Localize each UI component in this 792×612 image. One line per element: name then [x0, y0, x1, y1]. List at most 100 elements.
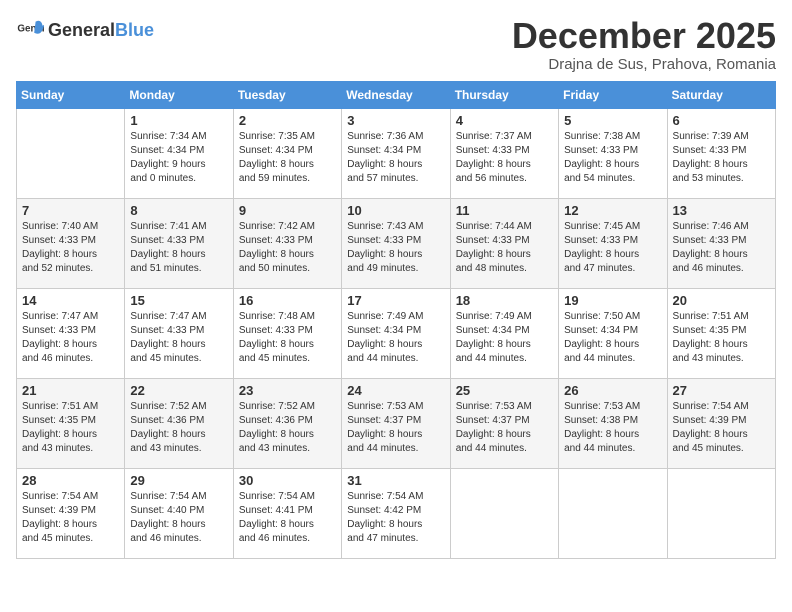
calendar-cell: 4Sunrise: 7:37 AM Sunset: 4:33 PM Daylig…	[450, 108, 558, 198]
cell-info: Sunrise: 7:54 AM Sunset: 4:41 PM Dayligh…	[239, 490, 336, 546]
calendar-cell: 12 Sunrise: 7:45 AM Sunset: 4:33 PM Dayli…	[559, 198, 667, 288]
cell-info: Sunrise: 7:54 AM Sunset: 4:40 PM Dayligh…	[130, 490, 227, 546]
logo: General GeneralBlue	[16, 16, 154, 44]
calendar-cell: 22 Sunrise: 7:52 AM Sunset: 4:36 PM Dayli…	[125, 378, 233, 468]
calendar-cell: 15 Sunrise: 7:47 AM Sunset: 4:33 PM Dayli…	[125, 288, 233, 378]
day-number: 9	[239, 203, 336, 218]
day-number: 31	[347, 473, 444, 488]
cell-info: Sunrise: 7:37 AM Sunset: 4:33 PM Dayligh…	[456, 130, 553, 186]
weekday-header: Thursday	[450, 81, 558, 108]
day-number: 6	[673, 113, 770, 128]
cell-info: Sunrise: 7:53 AM Sunset: 4:37 PM Dayligh…	[347, 400, 444, 456]
calendar-cell: 2 Sunrise: 7:35 AM Sunset: 4:34 PM Daylig…	[233, 108, 341, 198]
calendar-cell: 10 Sunrise: 7:43 AM Sunset: 4:33 PM Dayli…	[342, 198, 450, 288]
cell-info: Sunrise: 7:35 AM Sunset: 4:34 PM Dayligh…	[239, 130, 336, 186]
month-title: December 2025	[512, 16, 776, 56]
cell-info: Sunrise: 7:47 AM Sunset: 4:33 PM Dayligh…	[130, 310, 227, 366]
weekday-header: Monday	[125, 81, 233, 108]
calendar-cell	[667, 468, 775, 558]
cell-info: Sunrise: 7:50 AM Sunset: 4:34 PM Dayligh…	[564, 310, 661, 366]
cell-info: Sunrise: 7:54 AM Sunset: 4:39 PM Dayligh…	[673, 400, 770, 456]
calendar-cell: 7Sunrise: 7:40 AM Sunset: 4:33 PM Daylig…	[17, 198, 125, 288]
calendar-cell: 30Sunrise: 7:54 AM Sunset: 4:41 PM Dayli…	[233, 468, 341, 558]
logo-general: General	[48, 20, 115, 40]
cell-info: Sunrise: 7:53 AM Sunset: 4:37 PM Dayligh…	[456, 400, 553, 456]
weekday-header: Tuesday	[233, 81, 341, 108]
weekday-header: Saturday	[667, 81, 775, 108]
cell-info: Sunrise: 7:49 AM Sunset: 4:34 PM Dayligh…	[456, 310, 553, 366]
weekday-header: Friday	[559, 81, 667, 108]
cell-info: Sunrise: 7:47 AM Sunset: 4:33 PM Dayligh…	[22, 310, 119, 366]
day-number: 16	[239, 293, 336, 308]
day-number: 26	[564, 383, 661, 398]
cell-info: Sunrise: 7:48 AM Sunset: 4:33 PM Dayligh…	[239, 310, 336, 366]
day-number: 25	[456, 383, 553, 398]
logo-icon: General	[16, 16, 44, 44]
day-number: 11	[456, 203, 553, 218]
day-number: 8	[130, 203, 227, 218]
day-number: 23	[239, 383, 336, 398]
cell-info: Sunrise: 7:53 AM Sunset: 4:38 PM Dayligh…	[564, 400, 661, 456]
day-number: 13	[673, 203, 770, 218]
cell-info: Sunrise: 7:36 AM Sunset: 4:34 PM Dayligh…	[347, 130, 444, 186]
cell-info: Sunrise: 7:51 AM Sunset: 4:35 PM Dayligh…	[673, 310, 770, 366]
cell-info: Sunrise: 7:44 AM Sunset: 4:33 PM Dayligh…	[456, 220, 553, 276]
weekday-header: Sunday	[17, 81, 125, 108]
cell-info: Sunrise: 7:54 AM Sunset: 4:39 PM Dayligh…	[22, 490, 119, 546]
calendar-cell: 20Sunrise: 7:51 AM Sunset: 4:35 PM Dayli…	[667, 288, 775, 378]
calendar-cell	[17, 108, 125, 198]
day-number: 10	[347, 203, 444, 218]
calendar-cell: 26 Sunrise: 7:53 AM Sunset: 4:38 PM Dayli…	[559, 378, 667, 468]
calendar-week-row: 28 Sunrise: 7:54 AM Sunset: 4:39 PM Dayli…	[17, 468, 776, 558]
day-number: 28	[22, 473, 119, 488]
day-number: 1	[130, 113, 227, 128]
day-number: 27	[673, 383, 770, 398]
day-number: 2	[239, 113, 336, 128]
title-block: December 2025 Drajna de Sus, Prahova, Ro…	[512, 16, 776, 73]
calendar-week-row: 14Sunrise: 7:47 AM Sunset: 4:33 PM Dayli…	[17, 288, 776, 378]
day-number: 7	[22, 203, 119, 218]
day-number: 22	[130, 383, 227, 398]
cell-info: Sunrise: 7:52 AM Sunset: 4:36 PM Dayligh…	[130, 400, 227, 456]
page-header: General GeneralBlue December 2025 Drajna…	[16, 16, 776, 73]
cell-info: Sunrise: 7:43 AM Sunset: 4:33 PM Dayligh…	[347, 220, 444, 276]
calendar-cell: 6 Sunrise: 7:39 AM Sunset: 4:33 PM Daylig…	[667, 108, 775, 198]
cell-info: Sunrise: 7:52 AM Sunset: 4:36 PM Dayligh…	[239, 400, 336, 456]
location-subtitle: Drajna de Sus, Prahova, Romania	[512, 56, 776, 73]
calendar-header-row: SundayMondayTuesdayWednesdayThursdayFrid…	[17, 81, 776, 108]
calendar-cell	[450, 468, 558, 558]
calendar-cell: 1Sunrise: 7:34 AM Sunset: 4:34 PM Daylig…	[125, 108, 233, 198]
cell-info: Sunrise: 7:38 AM Sunset: 4:33 PM Dayligh…	[564, 130, 661, 186]
day-number: 12	[564, 203, 661, 218]
calendar-cell: 24Sunrise: 7:53 AM Sunset: 4:37 PM Dayli…	[342, 378, 450, 468]
cell-info: Sunrise: 7:45 AM Sunset: 4:33 PM Dayligh…	[564, 220, 661, 276]
calendar-cell: 21 Sunrise: 7:51 AM Sunset: 4:35 PM Dayli…	[17, 378, 125, 468]
day-number: 3	[347, 113, 444, 128]
cell-info: Sunrise: 7:51 AM Sunset: 4:35 PM Dayligh…	[22, 400, 119, 456]
calendar-table: SundayMondayTuesdayWednesdayThursdayFrid…	[16, 81, 776, 559]
calendar-cell: 8 Sunrise: 7:41 AM Sunset: 4:33 PM Daylig…	[125, 198, 233, 288]
cell-info: Sunrise: 7:42 AM Sunset: 4:33 PM Dayligh…	[239, 220, 336, 276]
calendar-cell: 28 Sunrise: 7:54 AM Sunset: 4:39 PM Dayli…	[17, 468, 125, 558]
calendar-cell: 27 Sunrise: 7:54 AM Sunset: 4:39 PM Dayli…	[667, 378, 775, 468]
cell-info: Sunrise: 7:49 AM Sunset: 4:34 PM Dayligh…	[347, 310, 444, 366]
calendar-week-row: 7Sunrise: 7:40 AM Sunset: 4:33 PM Daylig…	[17, 198, 776, 288]
weekday-header: Wednesday	[342, 81, 450, 108]
calendar-week-row: 1Sunrise: 7:34 AM Sunset: 4:34 PM Daylig…	[17, 108, 776, 198]
day-number: 15	[130, 293, 227, 308]
calendar-week-row: 21 Sunrise: 7:51 AM Sunset: 4:35 PM Dayli…	[17, 378, 776, 468]
calendar-cell: 31Sunrise: 7:54 AM Sunset: 4:42 PM Dayli…	[342, 468, 450, 558]
calendar-cell	[559, 468, 667, 558]
calendar-cell: 18 Sunrise: 7:49 AM Sunset: 4:34 PM Dayli…	[450, 288, 558, 378]
cell-info: Sunrise: 7:39 AM Sunset: 4:33 PM Dayligh…	[673, 130, 770, 186]
day-number: 5	[564, 113, 661, 128]
day-number: 18	[456, 293, 553, 308]
calendar-cell: 13 Sunrise: 7:46 AM Sunset: 4:33 PM Dayli…	[667, 198, 775, 288]
cell-info: Sunrise: 7:46 AM Sunset: 4:33 PM Dayligh…	[673, 220, 770, 276]
day-number: 29	[130, 473, 227, 488]
day-number: 19	[564, 293, 661, 308]
cell-info: Sunrise: 7:41 AM Sunset: 4:33 PM Dayligh…	[130, 220, 227, 276]
day-number: 17	[347, 293, 444, 308]
day-number: 21	[22, 383, 119, 398]
calendar-cell: 3 Sunrise: 7:36 AM Sunset: 4:34 PM Daylig…	[342, 108, 450, 198]
